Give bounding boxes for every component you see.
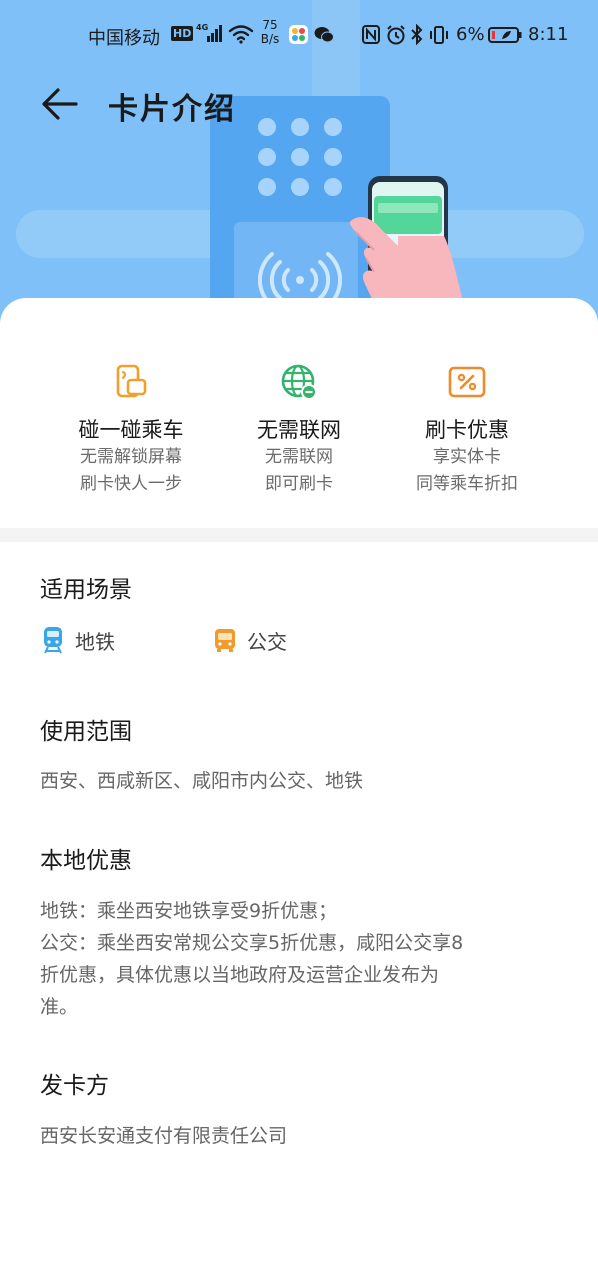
feature-desc: 享实体卡: [433, 447, 501, 467]
wifi-icon: [228, 25, 254, 44]
status-bar: 中国移动 HD 4G 75 B/s 6% 8:11: [0, 0, 598, 70]
vibrate-icon: [430, 26, 448, 44]
network-speed-unit: B/s: [260, 32, 280, 46]
page-title: 卡片介绍: [108, 92, 236, 127]
discount-line: 地铁：乘坐西安地铁享受9折优惠；: [40, 900, 338, 922]
scene-label: 地铁: [75, 629, 115, 654]
carrier-name: 中国移动: [88, 28, 160, 49]
back-button[interactable]: [36, 82, 82, 126]
scene-bus: 公交: [214, 624, 287, 656]
discount-text: 地铁：乘坐西安地铁享受9折优惠； 公交：乘坐西安常规公交享5折优惠，咸阳公交享8…: [40, 895, 570, 1023]
section-title-discount: 本地优惠: [40, 848, 132, 874]
globe-icon: [281, 364, 317, 400]
alarm-icon: [387, 25, 405, 45]
reader-keypad: [258, 118, 342, 202]
scope-text: 西安、西咸新区、咸阳市内公交、地铁: [40, 770, 364, 792]
section-title-issuer: 发卡方: [40, 1073, 109, 1099]
network-speed-value: 75: [262, 18, 278, 32]
section-divider: [0, 528, 598, 542]
section-title-scope: 使用范围: [40, 719, 132, 745]
section-title-scenes: 适用场景: [40, 577, 132, 603]
hd-badge: HD: [171, 26, 194, 41]
metro-icon: [44, 627, 62, 654]
bluetooth-icon: [411, 24, 423, 45]
feature-discount: 刷卡优惠 享实体卡 同等乘车折扣: [367, 362, 567, 498]
discount-line: 公交：乘坐西安常规公交享5折优惠，咸阳公交享8: [40, 932, 464, 954]
discount-icon: [448, 366, 486, 398]
scene-metro: 地铁: [42, 624, 115, 656]
battery-percent: 6%: [456, 24, 485, 45]
network-speed: 75 B/s: [258, 18, 282, 46]
battery-icon: [488, 27, 522, 43]
wechat-icon: [314, 27, 334, 43]
issuer-text: 西安长安通支付有限责任公司: [40, 1125, 288, 1147]
app-notification-icon: [289, 25, 308, 44]
cellular-signal-icon: 4G: [196, 23, 222, 42]
network-type: 4G: [196, 23, 208, 32]
nfc-icon: [362, 25, 380, 44]
arrow-left-icon: [42, 88, 78, 120]
discount-line: 准。: [40, 996, 79, 1018]
tap-card-icon: [116, 364, 147, 398]
clock: 8:11: [528, 24, 569, 45]
scene-label: 公交: [247, 629, 287, 654]
discount-line: 折优惠，具体优惠以当地政府及运营企业发布为: [40, 964, 440, 986]
bus-icon: [215, 629, 235, 652]
feature-desc: 同等乘车折扣: [416, 474, 518, 494]
feature-title: 刷卡优惠: [425, 418, 509, 442]
